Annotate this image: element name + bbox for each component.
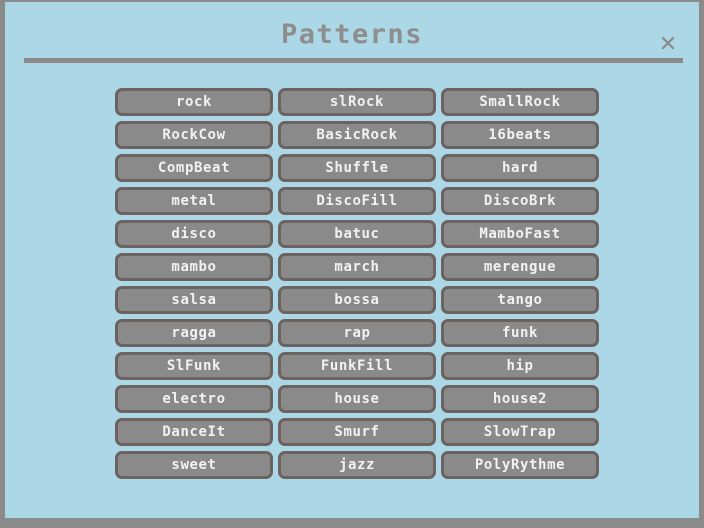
pattern-button-rockcow[interactable]: RockCow [115, 121, 273, 149]
pattern-button-mambofast[interactable]: MamboFast [441, 220, 599, 248]
pattern-button-slrock[interactable]: slRock [278, 88, 436, 116]
pattern-button-smallrock[interactable]: SmallRock [441, 88, 599, 116]
pattern-button-danceit[interactable]: DanceIt [115, 418, 273, 446]
pattern-row: disco batuc MamboFast [115, 220, 599, 248]
pattern-button-salsa[interactable]: salsa [115, 286, 273, 314]
pattern-row: rock slRock SmallRock [115, 88, 599, 116]
pattern-button-slfunk[interactable]: SlFunk [115, 352, 273, 380]
pattern-button-bossa[interactable]: bossa [278, 286, 436, 314]
pattern-button-rap[interactable]: rap [278, 319, 436, 347]
patterns-window: Patterns ✕ rock slRock SmallRock RockCow Bas… [0, 0, 704, 528]
pattern-button-smurf[interactable]: Smurf [278, 418, 436, 446]
title-bar: Patterns ✕ [5, 2, 699, 65]
pattern-button-hip[interactable]: hip [441, 352, 599, 380]
pattern-button-funk[interactable]: funk [441, 319, 599, 347]
pattern-row: CompBeat Shuffle hard [115, 154, 599, 182]
pattern-row: SlFunk FunkFill hip [115, 352, 599, 380]
pattern-button-merengue[interactable]: merengue [441, 253, 599, 281]
pattern-button-ragga[interactable]: ragga [115, 319, 273, 347]
pattern-row: DanceIt Smurf SlowTrap [115, 418, 599, 446]
pattern-button-house[interactable]: house [278, 385, 436, 413]
pattern-row: mambo march merengue [115, 253, 599, 281]
pattern-row: RockCow BasicRock 16beats [115, 121, 599, 149]
pattern-button-electro[interactable]: electro [115, 385, 273, 413]
pattern-button-polyrythme[interactable]: PolyRythme [441, 451, 599, 479]
pattern-button-disco[interactable]: disco [115, 220, 273, 248]
pattern-button-mambo[interactable]: mambo [115, 253, 273, 281]
pattern-row: salsa bossa tango [115, 286, 599, 314]
pattern-button-funkfill[interactable]: FunkFill [278, 352, 436, 380]
pattern-button-shuffle[interactable]: Shuffle [278, 154, 436, 182]
pattern-grid: rock slRock SmallRock RockCow BasicRock 16bea… [115, 88, 599, 484]
pattern-button-march[interactable]: march [278, 253, 436, 281]
pattern-button-compbeat[interactable]: CompBeat [115, 154, 273, 182]
pattern-row: metal DiscoFill DiscoBrk [115, 187, 599, 215]
close-icon[interactable]: ✕ [655, 29, 681, 56]
page-title: Patterns [280, 19, 424, 50]
pattern-button-house2[interactable]: house2 [441, 385, 599, 413]
pattern-row: electro house house2 [115, 385, 599, 413]
pattern-button-16beats[interactable]: 16beats [441, 121, 599, 149]
pattern-button-discofill[interactable]: DiscoFill [278, 187, 436, 215]
pattern-button-hard[interactable]: hard [441, 154, 599, 182]
header-divider [24, 58, 683, 63]
pattern-button-metal[interactable]: metal [115, 187, 273, 215]
pattern-row: ragga rap funk [115, 319, 599, 347]
pattern-row: sweet jazz PolyRythme [115, 451, 599, 479]
pattern-button-jazz[interactable]: jazz [278, 451, 436, 479]
pattern-button-sweet[interactable]: sweet [115, 451, 273, 479]
pattern-button-discobrk[interactable]: DiscoBrk [441, 187, 599, 215]
pattern-button-rock[interactable]: rock [115, 88, 273, 116]
pattern-button-slowtrap[interactable]: SlowTrap [441, 418, 599, 446]
pattern-button-batuc[interactable]: batuc [278, 220, 436, 248]
pattern-button-tango[interactable]: tango [441, 286, 599, 314]
pattern-button-basicrock[interactable]: BasicRock [278, 121, 436, 149]
